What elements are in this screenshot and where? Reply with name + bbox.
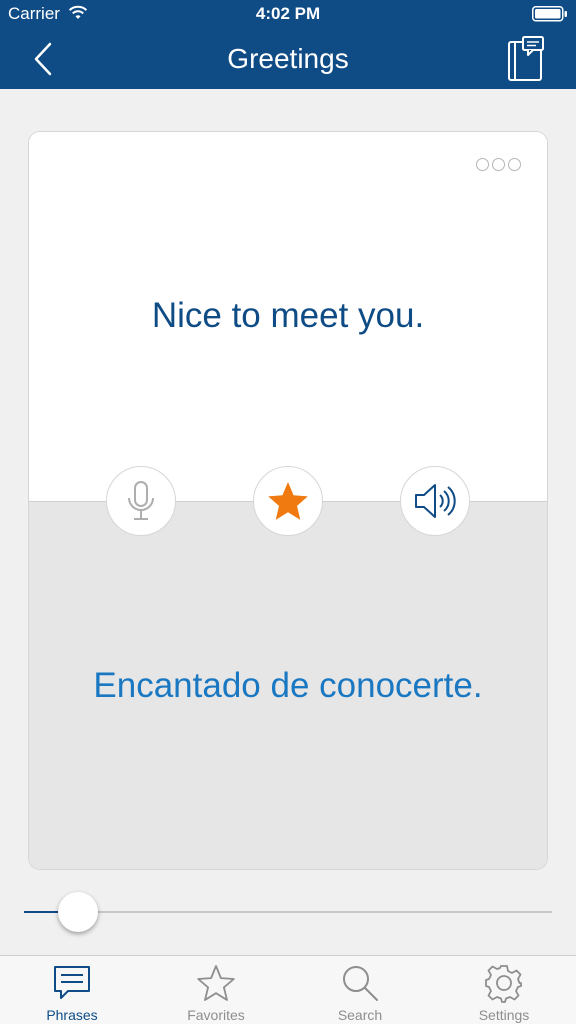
battery-icon xyxy=(532,6,568,27)
tab-settings[interactable]: Settings xyxy=(432,956,576,1024)
status-time: 4:02 PM xyxy=(255,4,321,23)
search-icon xyxy=(343,966,378,1001)
navigation-bar: Greetings xyxy=(0,28,576,89)
tab-label-favorites: Favorites xyxy=(187,1007,245,1023)
phrase-panel: Nice to meet you. xyxy=(29,132,547,501)
phrasebook-icon xyxy=(508,36,544,81)
page-title: Greetings xyxy=(227,43,349,74)
phrase-text: Nice to meet you. xyxy=(151,296,425,335)
speech-bubble-icon xyxy=(54,966,90,999)
slider-thumb[interactable] xyxy=(58,892,99,932)
tab-phrases[interactable]: Phrases xyxy=(0,956,144,1024)
speaker-icon xyxy=(415,484,456,518)
status-bar: Carrier 4:02 PM xyxy=(0,0,576,28)
favorite-button[interactable] xyxy=(253,466,323,536)
slider-track xyxy=(24,911,552,913)
star-icon xyxy=(268,482,308,520)
gear-icon xyxy=(485,965,522,1003)
microphone-button[interactable] xyxy=(106,466,176,536)
tab-label-search: Search xyxy=(337,1007,383,1023)
microphone-icon xyxy=(128,481,154,520)
tab-search[interactable]: Search xyxy=(288,956,432,1024)
speaker-button[interactable] xyxy=(400,466,470,536)
translation-panel: Encantado de conocerte. xyxy=(29,501,547,869)
tab-label-phrases: Phrases xyxy=(46,1007,98,1023)
translation-text: Encantado de conocerte. xyxy=(93,666,483,705)
phrasebook-button[interactable] xyxy=(506,36,548,82)
phrase-slider[interactable] xyxy=(24,890,552,934)
tab-label-settings: Settings xyxy=(478,1007,530,1023)
tab-favorites[interactable]: Favorites xyxy=(144,956,288,1024)
tab-bar: Phrases Favorites Search Settings xyxy=(0,955,576,1024)
more-dots-icon[interactable] xyxy=(476,158,521,171)
star-outline-icon xyxy=(197,965,235,1001)
